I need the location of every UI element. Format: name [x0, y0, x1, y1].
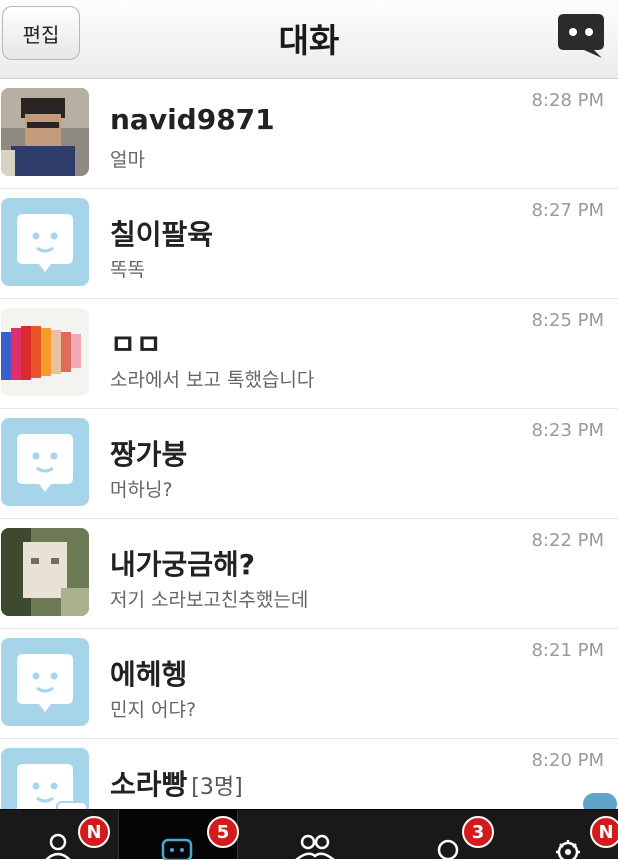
chat-last-message: 저기 소라보고친추했는데 [110, 589, 309, 611]
group-avatar-icon [1, 748, 89, 809]
tab-bar: N 5 3 N [0, 809, 618, 860]
chat-row[interactable]: 짱가붕 머하닝? 8:23 PM [0, 409, 618, 519]
notification-badge: N [590, 816, 618, 848]
tab-search[interactable]: 3 [390, 810, 508, 860]
avatar-photo [1, 88, 89, 176]
chat-bubble-icon[interactable] [554, 10, 608, 60]
friend-icon [45, 833, 71, 860]
chat-icon [161, 838, 193, 860]
tab-chats[interactable]: 5 [118, 810, 239, 860]
top-bar: 편집 대화 [0, 0, 618, 79]
notification-badge: 3 [462, 816, 494, 848]
group-icon [295, 834, 335, 860]
chat-row[interactable]: navid9871 얼마 8:28 PM [0, 79, 618, 189]
chat-time: 8:21 PM [531, 640, 604, 661]
chat-time: 8:25 PM [531, 310, 604, 331]
chat-time: 8:22 PM [531, 530, 604, 551]
chat-time: 8:27 PM [531, 200, 604, 221]
chat-name: 소라빵 [3명] [110, 763, 243, 803]
default-avatar-icon [1, 418, 89, 506]
chat-name: 칠이팔육 [110, 218, 214, 251]
chat-last-message: 소라에서 보고 톡했습니다 [110, 369, 315, 391]
chat-last-message: 민지 어댜? [110, 699, 197, 721]
page-title: 대화 [278, 21, 340, 60]
chat-time: 8:23 PM [531, 420, 604, 441]
avatar-paint [1, 308, 89, 396]
tab-group[interactable] [252, 810, 370, 860]
chat-row[interactable]: ㅁㅁ 소라에서 보고 톡했습니다 8:25 PM [0, 299, 618, 409]
member-count: [3명] [191, 775, 243, 800]
chat-list: navid9871 얼마 8:28 PM 칠이팔육 똑똑 8:27 PM ㅁㅁ … [0, 79, 618, 809]
chat-row[interactable]: 내가궁금해? 저기 소라보고친추했는데 8:22 PM [0, 519, 618, 629]
avatar-photo [1, 528, 89, 616]
tab-settings[interactable]: N [510, 810, 618, 860]
chat-time: 8:28 PM [531, 90, 604, 111]
notification-badge: N [78, 816, 110, 848]
default-avatar-icon [1, 198, 89, 286]
chat-name: navid9871 [110, 103, 275, 136]
chat-last-message: 얼마 [110, 149, 145, 171]
chat-name: 에헤헹 [110, 658, 188, 691]
chat-last-message: 똑똑 [110, 259, 145, 281]
chat-name: 내가궁금해? [110, 548, 256, 581]
notification-badge: 5 [207, 816, 239, 848]
gear-icon [556, 840, 580, 860]
tab-friends[interactable]: N [0, 810, 118, 860]
chat-row[interactable]: 소라빵 [3명] 8:20 PM [0, 739, 618, 809]
chat-name: ㅁㅁ [110, 328, 162, 361]
default-avatar-icon [1, 638, 89, 726]
chat-row[interactable]: 칠이팔육 똑똑 8:27 PM [0, 189, 618, 299]
chat-name: 짱가붕 [110, 438, 188, 471]
chat-time: 8:20 PM [531, 750, 604, 771]
chat-name-text: 소라빵 [110, 768, 188, 801]
chat-row[interactable]: 에헤헹 민지 어댜? 8:21 PM [0, 629, 618, 739]
chat-last-message: 머하닝? [110, 479, 173, 501]
